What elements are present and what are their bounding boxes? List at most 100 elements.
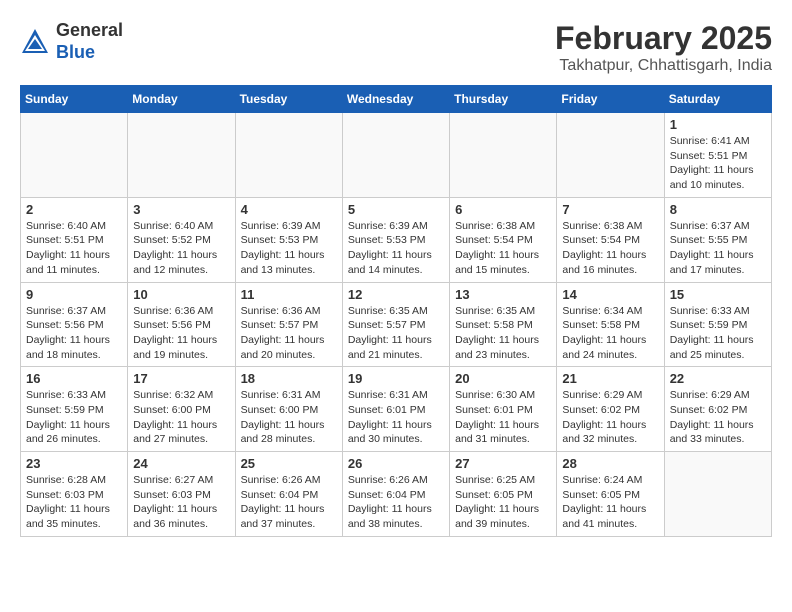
- day-number: 24: [133, 456, 229, 471]
- calendar-cell: [664, 452, 771, 537]
- day-info: Sunrise: 6:40 AM Sunset: 5:52 PM Dayligh…: [133, 219, 229, 278]
- day-number: 28: [562, 456, 658, 471]
- calendar-cell: [450, 113, 557, 198]
- page-header: General Blue February 2025 Takhatpur, Ch…: [20, 20, 772, 75]
- day-number: 27: [455, 456, 551, 471]
- calendar-cell: 11 Sunrise: 6:36 AM Sunset: 5:57 PM Dayli…: [235, 282, 342, 367]
- calendar-cell: 26 Sunrise: 6:26 AM Sunset: 6:04 PM Dayli…: [342, 452, 449, 537]
- calendar-week-5: 23 Sunrise: 6:28 AM Sunset: 6:03 PM Dayli…: [21, 452, 772, 537]
- weekday-header-friday: Friday: [557, 86, 664, 113]
- day-number: 9: [26, 287, 122, 302]
- day-number: 6: [455, 202, 551, 217]
- calendar-cell: [342, 113, 449, 198]
- day-number: 4: [241, 202, 337, 217]
- calendar-cell: 17Sunrise: 6:32 AM Sunset: 6:00 PM Dayli…: [128, 367, 235, 452]
- weekday-header-wednesday: Wednesday: [342, 86, 449, 113]
- day-info: Sunrise: 6:31 AM Sunset: 6:00 PM Dayligh…: [241, 388, 337, 447]
- day-info: Sunrise: 6:35 AM Sunset: 5:57 PM Dayligh…: [348, 304, 444, 363]
- calendar-cell: 7 Sunrise: 6:38 AM Sunset: 5:54 PM Daylig…: [557, 197, 664, 282]
- calendar-cell: 24 Sunrise: 6:27 AM Sunset: 6:03 PM Dayli…: [128, 452, 235, 537]
- calendar-week-3: 9 Sunrise: 6:37 AM Sunset: 5:56 PM Daylig…: [21, 282, 772, 367]
- calendar-cell: 1Sunrise: 6:41 AM Sunset: 5:51 PM Daylig…: [664, 113, 771, 198]
- day-number: 15: [670, 287, 766, 302]
- day-info: Sunrise: 6:29 AM Sunset: 6:02 PM Dayligh…: [562, 388, 658, 447]
- day-info: Sunrise: 6:39 AM Sunset: 5:53 PM Dayligh…: [348, 219, 444, 278]
- calendar-cell: 16 Sunrise: 6:33 AM Sunset: 5:59 PM Dayli…: [21, 367, 128, 452]
- weekday-header-tuesday: Tuesday: [235, 86, 342, 113]
- day-info: Sunrise: 6:29 AM Sunset: 6:02 PM Dayligh…: [670, 388, 766, 447]
- day-info: Sunrise: 6:33 AM Sunset: 5:59 PM Dayligh…: [26, 388, 122, 447]
- calendar-cell: 27 Sunrise: 6:25 AM Sunset: 6:05 PM Dayli…: [450, 452, 557, 537]
- day-number: 20: [455, 371, 551, 386]
- day-number: 14: [562, 287, 658, 302]
- calendar-cell: 3 Sunrise: 6:40 AM Sunset: 5:52 PM Daylig…: [128, 197, 235, 282]
- logo-icon: [20, 27, 50, 57]
- day-number: 19: [348, 371, 444, 386]
- day-info: Sunrise: 6:35 AM Sunset: 5:58 PM Dayligh…: [455, 304, 551, 363]
- calendar-week-2: 2 Sunrise: 6:40 AM Sunset: 5:51 PM Daylig…: [21, 197, 772, 282]
- calendar-cell: 22Sunrise: 6:29 AM Sunset: 6:02 PM Dayli…: [664, 367, 771, 452]
- calendar-cell: 14 Sunrise: 6:34 AM Sunset: 5:58 PM Dayli…: [557, 282, 664, 367]
- day-number: 17: [133, 371, 229, 386]
- day-number: 16: [26, 371, 122, 386]
- day-info: Sunrise: 6:41 AM Sunset: 5:51 PM Dayligh…: [670, 134, 766, 193]
- location: Takhatpur, Chhattisgarh, India: [555, 57, 772, 75]
- calendar-cell: [235, 113, 342, 198]
- day-number: 3: [133, 202, 229, 217]
- title-block: February 2025 Takhatpur, Chhattisgarh, I…: [555, 20, 772, 75]
- day-number: 2: [26, 202, 122, 217]
- calendar-cell: 5 Sunrise: 6:39 AM Sunset: 5:53 PM Daylig…: [342, 197, 449, 282]
- calendar-cell: [128, 113, 235, 198]
- weekday-header-saturday: Saturday: [664, 86, 771, 113]
- day-number: 25: [241, 456, 337, 471]
- day-number: 12: [348, 287, 444, 302]
- calendar-cell: 19 Sunrise: 6:31 AM Sunset: 6:01 PM Dayli…: [342, 367, 449, 452]
- day-info: Sunrise: 6:34 AM Sunset: 5:58 PM Dayligh…: [562, 304, 658, 363]
- weekday-header-thursday: Thursday: [450, 86, 557, 113]
- calendar-cell: 8Sunrise: 6:37 AM Sunset: 5:55 PM Daylig…: [664, 197, 771, 282]
- calendar-cell: [557, 113, 664, 198]
- day-info: Sunrise: 6:28 AM Sunset: 6:03 PM Dayligh…: [26, 473, 122, 532]
- calendar-cell: [21, 113, 128, 198]
- calendar-cell: 15Sunrise: 6:33 AM Sunset: 5:59 PM Dayli…: [664, 282, 771, 367]
- day-info: Sunrise: 6:36 AM Sunset: 5:57 PM Dayligh…: [241, 304, 337, 363]
- calendar-cell: 2 Sunrise: 6:40 AM Sunset: 5:51 PM Daylig…: [21, 197, 128, 282]
- day-info: Sunrise: 6:26 AM Sunset: 6:04 PM Dayligh…: [348, 473, 444, 532]
- day-number: 7: [562, 202, 658, 217]
- calendar-cell: 21Sunrise: 6:29 AM Sunset: 6:02 PM Dayli…: [557, 367, 664, 452]
- calendar-cell: 12 Sunrise: 6:35 AM Sunset: 5:57 PM Dayli…: [342, 282, 449, 367]
- day-info: Sunrise: 6:30 AM Sunset: 6:01 PM Dayligh…: [455, 388, 551, 447]
- calendar-cell: 28 Sunrise: 6:24 AM Sunset: 6:05 PM Dayli…: [557, 452, 664, 537]
- day-number: 8: [670, 202, 766, 217]
- day-info: Sunrise: 6:40 AM Sunset: 5:51 PM Dayligh…: [26, 219, 122, 278]
- calendar-cell: 20 Sunrise: 6:30 AM Sunset: 6:01 PM Dayli…: [450, 367, 557, 452]
- calendar-cell: 23 Sunrise: 6:28 AM Sunset: 6:03 PM Dayli…: [21, 452, 128, 537]
- calendar-cell: 13 Sunrise: 6:35 AM Sunset: 5:58 PM Dayli…: [450, 282, 557, 367]
- day-info: Sunrise: 6:31 AM Sunset: 6:01 PM Dayligh…: [348, 388, 444, 447]
- day-info: Sunrise: 6:24 AM Sunset: 6:05 PM Dayligh…: [562, 473, 658, 532]
- calendar-cell: 9 Sunrise: 6:37 AM Sunset: 5:56 PM Daylig…: [21, 282, 128, 367]
- calendar-cell: 18 Sunrise: 6:31 AM Sunset: 6:00 PM Dayli…: [235, 367, 342, 452]
- day-info: Sunrise: 6:25 AM Sunset: 6:05 PM Dayligh…: [455, 473, 551, 532]
- month-title: February 2025: [555, 20, 772, 57]
- calendar-cell: 10Sunrise: 6:36 AM Sunset: 5:56 PM Dayli…: [128, 282, 235, 367]
- day-info: Sunrise: 6:36 AM Sunset: 5:56 PM Dayligh…: [133, 304, 229, 363]
- day-info: Sunrise: 6:38 AM Sunset: 5:54 PM Dayligh…: [455, 219, 551, 278]
- logo: General Blue: [20, 20, 123, 63]
- day-info: Sunrise: 6:26 AM Sunset: 6:04 PM Dayligh…: [241, 473, 337, 532]
- day-number: 23: [26, 456, 122, 471]
- logo-text: General Blue: [56, 20, 123, 63]
- day-number: 18: [241, 371, 337, 386]
- day-info: Sunrise: 6:27 AM Sunset: 6:03 PM Dayligh…: [133, 473, 229, 532]
- calendar-table: SundayMondayTuesdayWednesdayThursdayFrid…: [20, 85, 772, 537]
- calendar-cell: 6 Sunrise: 6:38 AM Sunset: 5:54 PM Daylig…: [450, 197, 557, 282]
- day-number: 26: [348, 456, 444, 471]
- day-number: 13: [455, 287, 551, 302]
- calendar-cell: 4Sunrise: 6:39 AM Sunset: 5:53 PM Daylig…: [235, 197, 342, 282]
- day-info: Sunrise: 6:37 AM Sunset: 5:56 PM Dayligh…: [26, 304, 122, 363]
- calendar-week-4: 16 Sunrise: 6:33 AM Sunset: 5:59 PM Dayli…: [21, 367, 772, 452]
- calendar-week-1: 1Sunrise: 6:41 AM Sunset: 5:51 PM Daylig…: [21, 113, 772, 198]
- day-number: 5: [348, 202, 444, 217]
- day-info: Sunrise: 6:38 AM Sunset: 5:54 PM Dayligh…: [562, 219, 658, 278]
- day-number: 11: [241, 287, 337, 302]
